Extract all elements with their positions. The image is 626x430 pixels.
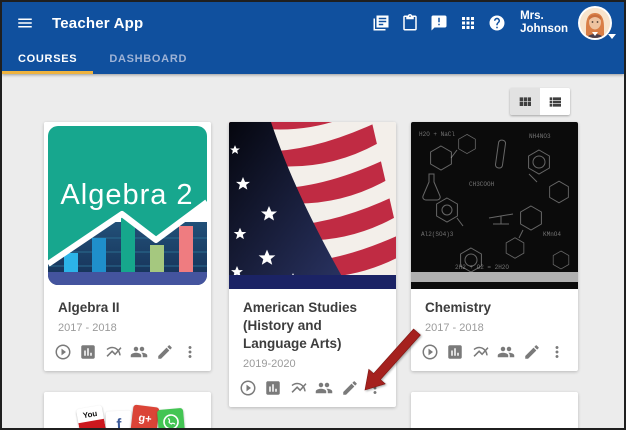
course-title: American Studies (History and Language A… — [243, 300, 358, 351]
grid-view-button[interactable] — [510, 88, 540, 115]
grid-view-icon — [519, 96, 531, 106]
edit-icon-american-studies[interactable] — [341, 379, 359, 397]
whatsapp-phone-icon — [163, 414, 179, 428]
tab-bar: COURSES DASHBOARD — [2, 44, 624, 74]
alert-icon[interactable] — [430, 14, 448, 32]
course-cover-algebra[interactable]: Algebra 2 — [44, 122, 211, 289]
tab-courses[interactable]: COURSES — [2, 44, 94, 74]
play-icon[interactable] — [54, 343, 72, 361]
more-icon[interactable] — [548, 343, 566, 361]
chalk-formula: 2H2 + O2 = 2H2O — [455, 264, 509, 271]
trend-icon[interactable] — [290, 379, 308, 397]
library-icon[interactable] — [372, 14, 390, 32]
user-name[interactable]: Mrs. Johnson — [520, 10, 568, 36]
edit-icon[interactable] — [523, 343, 541, 361]
appbar-icon-group — [372, 14, 506, 32]
course-cover-chemistry[interactable]: H2O + NaCl NH4NO3 CH3COOH Al2(SO4)3 KMnO… — [411, 122, 578, 289]
insert-chart-icon[interactable] — [264, 379, 282, 397]
course-cover-blank[interactable] — [411, 392, 578, 428]
more-icon[interactable] — [181, 343, 199, 361]
app-title: Teacher App — [52, 14, 144, 32]
chalk-formula: H2O + NaCl — [419, 131, 455, 138]
course-card-chemistry: H2O + NaCl NH4NO3 CH3COOH Al2(SO4)3 KMnO… — [411, 122, 578, 371]
chalk-formula: CH3COOH — [469, 181, 495, 188]
whatsapp-tile — [156, 407, 186, 428]
american-flag-cover-art — [229, 122, 396, 289]
course-card-partial-social[interactable]: You f g+ — [44, 392, 211, 430]
algebra-cover-art: Algebra 2 — [44, 122, 211, 289]
course-title: Chemistry — [425, 300, 492, 315]
chalk-formula: Al2(SO4)3 — [421, 231, 454, 238]
members-icon[interactable] — [130, 343, 148, 361]
course-actions — [229, 370, 396, 407]
members-icon[interactable] — [315, 379, 333, 397]
app-bar: Teacher App Mrs. Johnson — [2, 2, 624, 44]
play-icon[interactable] — [239, 379, 257, 397]
course-years: 2017 - 2018 — [58, 322, 117, 334]
view-toggle — [510, 88, 570, 115]
course-title: Algebra II — [58, 300, 120, 315]
user-name-line1: Mrs. — [520, 10, 544, 22]
trend-icon[interactable] — [105, 343, 123, 361]
apps-grid-icon[interactable] — [459, 14, 477, 32]
avatar-image — [580, 8, 610, 38]
algebra-cover-title: Algebra 2 — [60, 179, 193, 211]
insert-chart-icon[interactable] — [79, 343, 97, 361]
list-view-icon — [549, 96, 561, 107]
googleplus-tile: g+ — [130, 404, 160, 428]
course-cover-social-media[interactable]: You f g+ — [44, 392, 211, 430]
facebook-tile-text: f — [116, 415, 122, 430]
help-icon[interactable] — [488, 14, 506, 32]
more-icon[interactable] — [366, 379, 384, 397]
members-icon[interactable] — [497, 343, 515, 361]
course-actions — [411, 334, 578, 371]
chalk-formula: KMnO4 — [543, 231, 561, 238]
trend-icon[interactable] — [472, 343, 490, 361]
chemistry-cover-art: H2O + NaCl NH4NO3 CH3COOH Al2(SO4)3 KMnO… — [411, 122, 578, 289]
course-years: 2019-2020 — [243, 358, 296, 370]
googleplus-tile-text: g+ — [137, 412, 153, 426]
user-name-line2: Johnson — [520, 23, 568, 35]
course-years: 2017 - 2018 — [425, 322, 484, 334]
menu-icon[interactable] — [16, 14, 34, 32]
course-card-partial-blank[interactable] — [411, 392, 578, 428]
course-card-algebra: Algebra 2 Algebra II 2017 - 2018 — [44, 122, 211, 371]
insert-chart-icon[interactable] — [446, 343, 464, 361]
chalk-formula: NH4NO3 — [529, 133, 551, 140]
facebook-tile: f — [105, 410, 133, 430]
tab-dashboard[interactable]: DASHBOARD — [93, 44, 203, 74]
youtube-tile: You — [75, 404, 107, 428]
chevron-down-icon[interactable] — [608, 34, 616, 39]
clipboard-icon[interactable] — [401, 14, 419, 32]
youtube-tile-red-bar — [78, 418, 106, 428]
courses-page: Algebra 2 Algebra II 2017 - 2018 America… — [2, 74, 624, 428]
course-card-american-studies: American Studies (History and Language A… — [229, 122, 396, 407]
edit-icon[interactable] — [156, 343, 174, 361]
play-icon[interactable] — [421, 343, 439, 361]
teacher-app-window: Teacher App Mrs. Johnson COURSES DASHBOA… — [0, 0, 626, 430]
course-cover-american-studies[interactable] — [229, 122, 396, 289]
list-view-button[interactable] — [540, 88, 570, 115]
avatar[interactable] — [578, 6, 616, 40]
course-actions — [44, 334, 211, 371]
